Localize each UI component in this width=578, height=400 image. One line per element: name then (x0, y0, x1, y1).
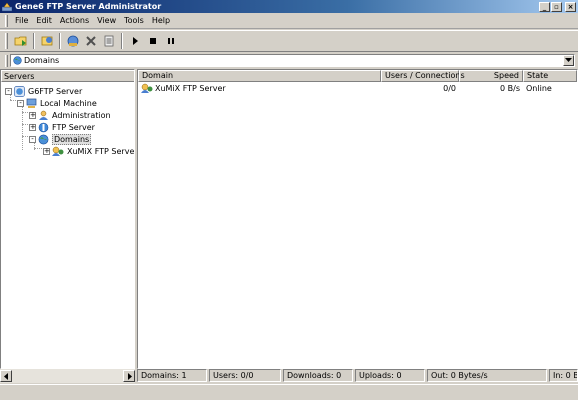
address-bar: Domains (0, 53, 578, 68)
close-button[interactable]: × (565, 1, 576, 12)
disconnect-icon (86, 36, 96, 46)
state-cell: Online (526, 83, 552, 93)
servers-pane[interactable]: Servers - G6FTP Server - Local Machine +… (0, 69, 138, 369)
column-header-speed[interactable]: Speed (459, 70, 523, 82)
domains-list-pane[interactable]: Domain Users / Connections Speed State X… (137, 69, 578, 369)
scroll-track[interactable] (12, 369, 123, 383)
menu-edit[interactable]: Edit (32, 14, 56, 28)
tree-item-label: Domains (52, 133, 92, 145)
column-header-domain[interactable]: Domain (138, 70, 381, 82)
stop-button[interactable] (144, 32, 162, 50)
collapse-toggle[interactable]: - (17, 99, 24, 107)
tree-item-label: FTP Server (52, 122, 95, 132)
ftp-server-icon (38, 122, 49, 132)
tree-item-administration[interactable]: + Administration (29, 109, 111, 121)
column-header-state[interactable]: State (523, 70, 577, 82)
title-bar[interactable]: Gene6 FTP Server Administrator _ ▫ × (0, 0, 578, 13)
toolbar-separator (33, 33, 35, 49)
domain-name: XuMiX FTP Server (155, 83, 226, 93)
menu-grip[interactable] (5, 14, 8, 27)
pause-icon (168, 38, 174, 44)
servers-header: Servers (1, 70, 134, 82)
arrow-left-icon (3, 372, 8, 380)
status-uploads: Uploads: 0 (355, 369, 425, 382)
properties-icon (104, 35, 114, 47)
column-header-users[interactable]: Users / Connections (381, 70, 465, 82)
location-dropdown-button[interactable] (563, 55, 574, 66)
toolbar-grip[interactable] (5, 33, 8, 49)
tree-item-ftp-server[interactable]: + FTP Server (29, 121, 95, 133)
tree-item-label: Local Machine (40, 98, 97, 108)
menu-file[interactable]: File (11, 14, 32, 28)
menu-view[interactable]: View (93, 14, 120, 28)
address-grip[interactable] (5, 54, 8, 67)
expand-toggle[interactable]: + (29, 111, 36, 119)
window-bottom-border (0, 384, 578, 400)
tree-horizontal-scrollbar[interactable] (0, 369, 135, 383)
tree-item-local-machine[interactable]: - Local Machine (17, 97, 97, 109)
connect-icon (14, 36, 27, 46)
menu-actions[interactable]: Actions (56, 14, 93, 28)
globe-icon (38, 134, 49, 144)
scroll-left-button[interactable] (0, 370, 12, 382)
list-header: Domain Users / Connections Speed State (138, 70, 577, 82)
chevron-down-icon (565, 58, 572, 62)
tree-item-label: Administration (52, 110, 111, 120)
speed-cell: 0 B/s (500, 83, 520, 93)
window-title: Gene6 FTP Server Administrator (15, 2, 162, 11)
properties-button[interactable] (100, 32, 118, 50)
server-icon (67, 35, 79, 47)
stop-icon (150, 38, 156, 44)
refresh-button[interactable] (38, 32, 56, 50)
menu-help[interactable]: Help (148, 14, 174, 28)
status-downloads: Downloads: 0 (283, 369, 353, 382)
server-button[interactable] (64, 32, 82, 50)
expand-toggle[interactable]: + (29, 123, 36, 131)
tree-item-domains[interactable]: - Domains (29, 133, 92, 145)
refresh-icon (41, 36, 53, 46)
computer-icon (26, 98, 37, 108)
menu-tools[interactable]: Tools (120, 14, 148, 28)
start-button[interactable] (126, 32, 144, 50)
collapse-toggle[interactable]: - (5, 87, 12, 95)
play-icon (133, 37, 138, 45)
menu-bar: File Edit Actions View Tools Help (0, 13, 578, 29)
status-out: Out: 0 Bytes/s (427, 369, 547, 382)
arrow-right-icon (127, 372, 132, 380)
pause-button[interactable] (162, 32, 180, 50)
location-combobox[interactable]: Domains (10, 54, 575, 67)
domain-icon (52, 146, 64, 156)
main-window: Gene6 FTP Server Administrator _ ▫ × Fil… (0, 0, 578, 400)
table-row[interactable]: XuMiX FTP Server 0/0 0 B/s Online (138, 82, 577, 94)
maximize-button[interactable]: ▫ (551, 1, 562, 12)
users-cell: 0/0 (443, 83, 456, 93)
tree-item-label: XuMiX FTP Server (67, 146, 138, 156)
location-value: Domains (24, 56, 60, 65)
domain-icon (141, 83, 153, 93)
server-globe-icon (14, 85, 25, 97)
collapse-toggle[interactable]: - (29, 135, 36, 143)
app-icon (2, 2, 12, 11)
expand-toggle[interactable]: + (43, 147, 50, 155)
domain-cell: XuMiX FTP Server (138, 83, 381, 94)
toolbar (0, 30, 578, 52)
globe-icon (13, 56, 22, 65)
minimize-button[interactable]: _ (539, 1, 550, 12)
status-users: Users: 0/0 (209, 369, 281, 382)
status-in: In: 0 By (549, 369, 578, 382)
scroll-right-button[interactable] (123, 370, 135, 382)
disconnect-button[interactable] (82, 32, 100, 50)
status-domains: Domains: 1 (137, 369, 207, 382)
connect-button[interactable] (12, 32, 30, 50)
tree-item-g6ftp-server[interactable]: - G6FTP Server (5, 85, 82, 97)
admin-icon (39, 110, 48, 120)
toolbar-separator (121, 33, 123, 49)
tree-connector (34, 148, 42, 149)
status-bar: Domains: 1 Users: 0/0 Downloads: 0 Uploa… (137, 369, 578, 383)
toolbar-separator (59, 33, 61, 49)
tree-item-xumix-ftp-server[interactable]: + XuMiX FTP Server (43, 145, 138, 157)
tree-item-label: G6FTP Server (28, 86, 83, 96)
